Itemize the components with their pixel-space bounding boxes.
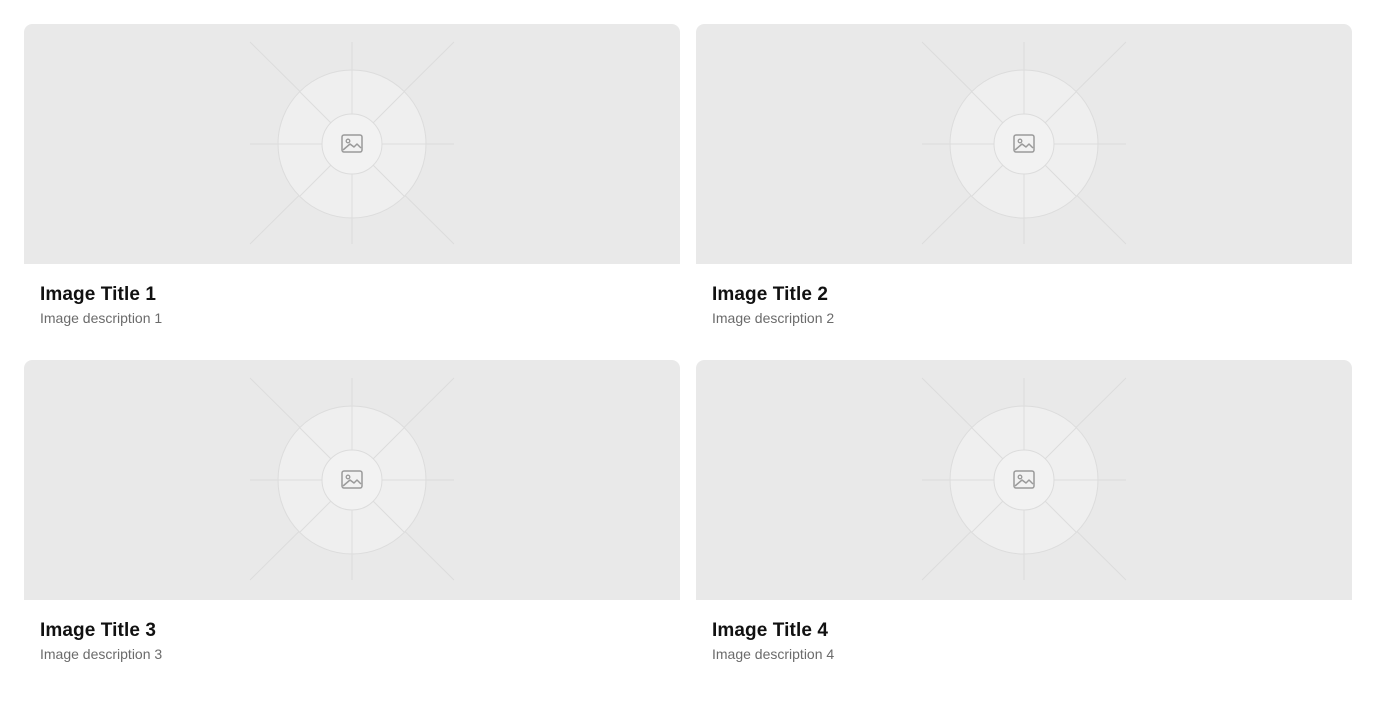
image-icon xyxy=(341,134,363,153)
image-placeholder xyxy=(24,360,680,600)
image-card[interactable]: Image Title 1 Image description 1 xyxy=(24,24,680,344)
card-caption: Image Title 2 Image description 2 xyxy=(696,264,1352,328)
card-title: Image Title 2 xyxy=(712,284,829,305)
card-description: Image description 1 xyxy=(40,310,163,326)
image-placeholder xyxy=(696,24,1352,264)
card-description: Image description 4 xyxy=(712,646,835,662)
card-caption: Image Title 3 Image description 3 xyxy=(24,600,680,664)
card-caption: Image Title 1 Image description 1 xyxy=(24,264,680,328)
image-card[interactable]: Image Title 3 Image description 3 xyxy=(24,360,680,680)
card-title: Image Title 4 xyxy=(712,620,829,641)
card-caption: Image Title 4 Image description 4 xyxy=(696,600,1352,664)
image-card[interactable]: Image Title 2 Image description 2 xyxy=(696,24,1352,344)
image-gallery-grid: Image Title 1 Image description 1 Image … xyxy=(24,24,1352,680)
card-description: Image description 3 xyxy=(40,646,163,662)
image-placeholder xyxy=(696,360,1352,600)
image-card[interactable]: Image Title 4 Image description 4 xyxy=(696,360,1352,680)
image-icon xyxy=(1013,134,1035,153)
image-icon xyxy=(1013,470,1035,489)
card-description: Image description 2 xyxy=(712,310,835,326)
image-placeholder xyxy=(24,24,680,264)
card-title: Image Title 3 xyxy=(40,620,157,641)
image-icon xyxy=(341,470,363,489)
card-title: Image Title 1 xyxy=(40,284,157,305)
